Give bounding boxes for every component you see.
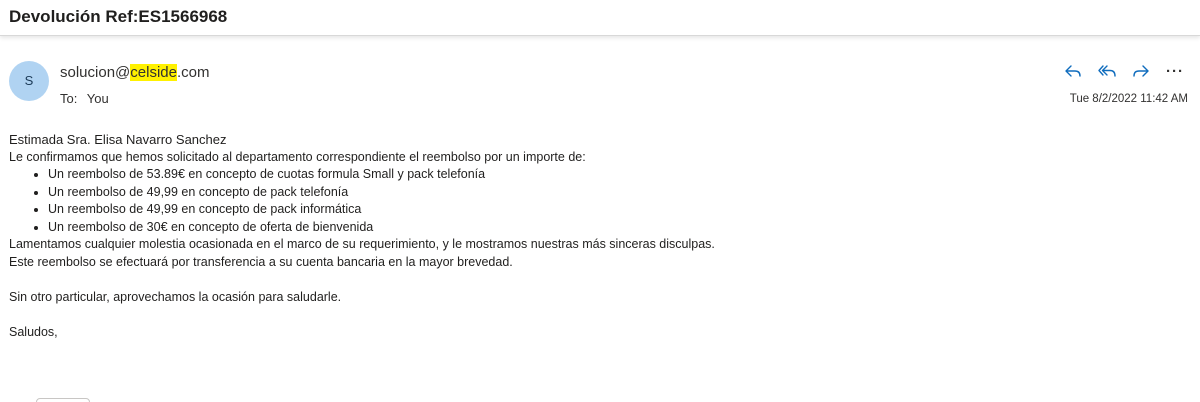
reply-icon [1065, 65, 1081, 77]
body-closing: Sin otro particular, aprovechamos la oca… [9, 289, 342, 304]
reply-all-icon [1098, 65, 1116, 77]
body-signoff: Saludos, [9, 324, 58, 339]
more-actions-button[interactable]: ··· [1162, 60, 1188, 82]
body-greeting: Estimada Sra. Elisa Navarro Sanchez [9, 132, 227, 147]
message-timestamp: Tue 8/2/2022 11:42 AM [1069, 93, 1188, 105]
sender-email-prefix: solucion@ [60, 64, 131, 81]
forward-button[interactable] [1128, 60, 1154, 82]
reply-button[interactable] [1060, 60, 1086, 82]
sender-email-suffix: .com [176, 64, 210, 81]
list-item: Un reembolso de 30€ en concepto de ofert… [48, 219, 1159, 237]
subject-bar: Devolución Ref:ES1566968 [0, 0, 1200, 36]
message-subject: Devolución Ref:ES1566968 [9, 7, 228, 26]
body-transfer-note: Este reembolso se efectuará por transfer… [9, 254, 513, 269]
sender-avatar[interactable]: S [9, 61, 49, 101]
list-item: Un reembolso de 53.89€ en concepto de cu… [48, 166, 1159, 184]
sender-email-highlight: celside [130, 64, 177, 81]
list-item: Un reembolso de 49,99 en concepto de pac… [48, 184, 1159, 202]
message-actions: ··· [1060, 60, 1190, 82]
recipient-you[interactable]: You [87, 91, 109, 106]
forward-icon [1133, 65, 1149, 77]
sender-email[interactable]: solucion@celside.com [60, 64, 209, 81]
reply-all-button[interactable] [1094, 60, 1120, 82]
list-item: Un reembolso de 49,99 en concepto de pac… [48, 201, 1159, 219]
body-apology: Lamentamos cualquier molestia ocasionada… [9, 237, 715, 251]
recipients-line: To: You [60, 91, 109, 106]
refund-list: Un reembolso de 53.89€ en concepto de cu… [34, 166, 1159, 236]
more-icon: ··· [1166, 62, 1184, 80]
bottom-action-button[interactable] [36, 398, 90, 402]
to-label: To: [60, 91, 78, 106]
message-body: Estimada Sra. Elisa Navarro Sanchez Le c… [9, 131, 1159, 341]
body-intro: Le confirmamos que hemos solicitado al d… [9, 149, 586, 164]
